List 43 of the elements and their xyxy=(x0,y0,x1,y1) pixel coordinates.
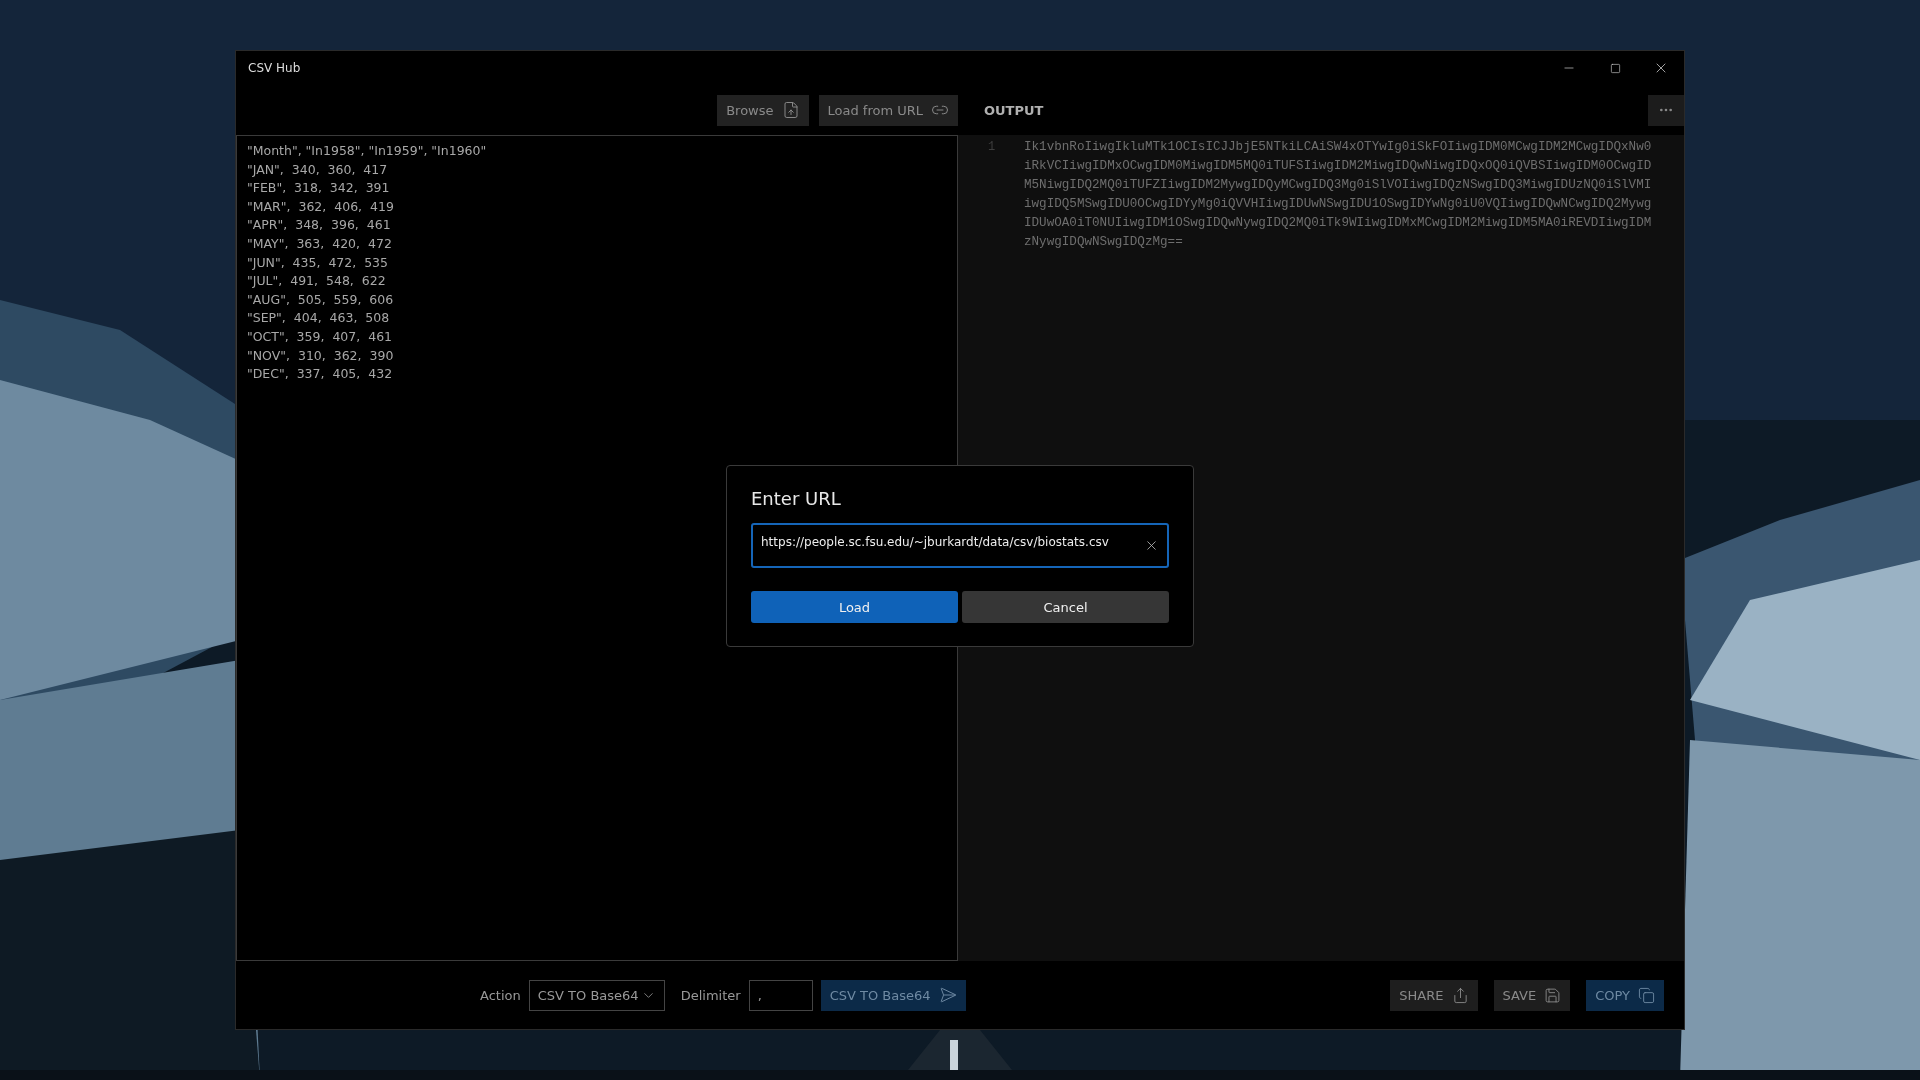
csv-line: "APR", 348, 396, 461 xyxy=(247,216,392,235)
cancel-button[interactable]: Cancel xyxy=(962,591,1169,623)
csv-line: "MAR", 362, 406, 419 xyxy=(247,197,395,216)
url-field[interactable]: https://people.sc.fsu.edu/~jburkardt/data/csv/biostats.csv xyxy=(751,523,1169,568)
save-icon xyxy=(1544,986,1562,1004)
output-line: iRkVCIiwgIDMxOCwgIDM0MiwgIDM5MQ0iTUFSIiwgIDM2MiwgIDQwNiwgIDQxOQ0iQVBSIiwgIDM0OCwgID xyxy=(1024,158,1652,175)
share-button[interactable]: SHARE xyxy=(1390,979,1478,1011)
output-line: zNywgIDQwNSwgIDQzMg== xyxy=(1024,234,1184,251)
delimiter-field[interactable]: , xyxy=(748,979,813,1011)
browse-button[interactable]: Browse xyxy=(717,94,809,126)
output-line: IDUwOA0iT0NUIiwgIDM1OSwgIDQwNywgIDQ2MQ0iTk9WIiwgIDMxMCwgIDM2MiwgIDM5MA0iREVDIiwgIDM xyxy=(1024,215,1652,232)
file-upload-icon xyxy=(781,101,800,119)
copy-icon xyxy=(1638,986,1655,1004)
load-url-button[interactable]: Load from URL xyxy=(818,94,958,126)
share-icon xyxy=(1451,986,1469,1004)
delimiter-label: Delimiter xyxy=(680,987,741,1003)
close-icon xyxy=(1144,538,1159,553)
csv-line: "MAY", 363, 420, 472 xyxy=(247,234,393,253)
csv-line: "FEB", 318, 342, 391 xyxy=(247,179,391,198)
output-header: OUTPUT xyxy=(984,102,1045,118)
csv-line: "AUG", 505, 559, 606 xyxy=(247,290,395,309)
csv-line: "Month", "In1958", "In1959", "In1960" xyxy=(247,142,488,160)
action-label: Action xyxy=(480,987,521,1003)
window-title: CSV Hub xyxy=(248,61,302,75)
convert-button[interactable]: CSV TO Base64 xyxy=(820,979,966,1011)
maximize-icon xyxy=(1609,62,1621,74)
csv-line: "JAN", 340, 360, 417 xyxy=(247,160,389,179)
send-icon xyxy=(938,986,957,1004)
save-button[interactable]: SAVE xyxy=(1493,979,1571,1011)
output-line: M5NiwgIDQ2MQ0iTUFZIiwgIDM2MywgIDQyMCwgIDQ3Mg0iSlVOIiwgIDQzNSwgIDQ3MiwgIDUzNQ0iSlVMI xyxy=(1024,177,1652,194)
action-dropdown[interactable]: CSV TO Base64 xyxy=(528,979,665,1011)
output-line: Ik1vbnRoIiwgIkluMTk1OCIsICJJbjE5NTkiLCAiSW4xOTYwIg0iSkFOIiwgIDM0MCwgIDM2MCwgIDQxNw0 xyxy=(1024,139,1652,156)
csv-line: "OCT", 359, 407, 461 xyxy=(247,327,394,346)
dialog-title: Enter URL xyxy=(751,488,842,509)
csv-line: "NOV", 310, 362, 390 xyxy=(247,346,395,365)
csv-line: "JUN", 435, 472, 535 xyxy=(247,253,390,272)
load-button[interactable]: Load xyxy=(751,591,958,623)
output-line: iwgIDQ5MSwgIDU0OCwgIDYyMg0iQVVHIiwgIDUwNSwgIDU1OSwgIDYwNg0iU0VQIiwgIDQwNCwgIDQ2Mywg xyxy=(1024,196,1652,213)
more-button[interactable] xyxy=(1648,94,1684,126)
csv-line: "DEC", 337, 405, 432 xyxy=(247,365,394,384)
copy-button[interactable]: COPY xyxy=(1586,979,1664,1011)
csv-line: "JUL", 491, 548, 622 xyxy=(247,272,387,291)
csv-line: "SEP", 404, 463, 508 xyxy=(247,309,391,328)
